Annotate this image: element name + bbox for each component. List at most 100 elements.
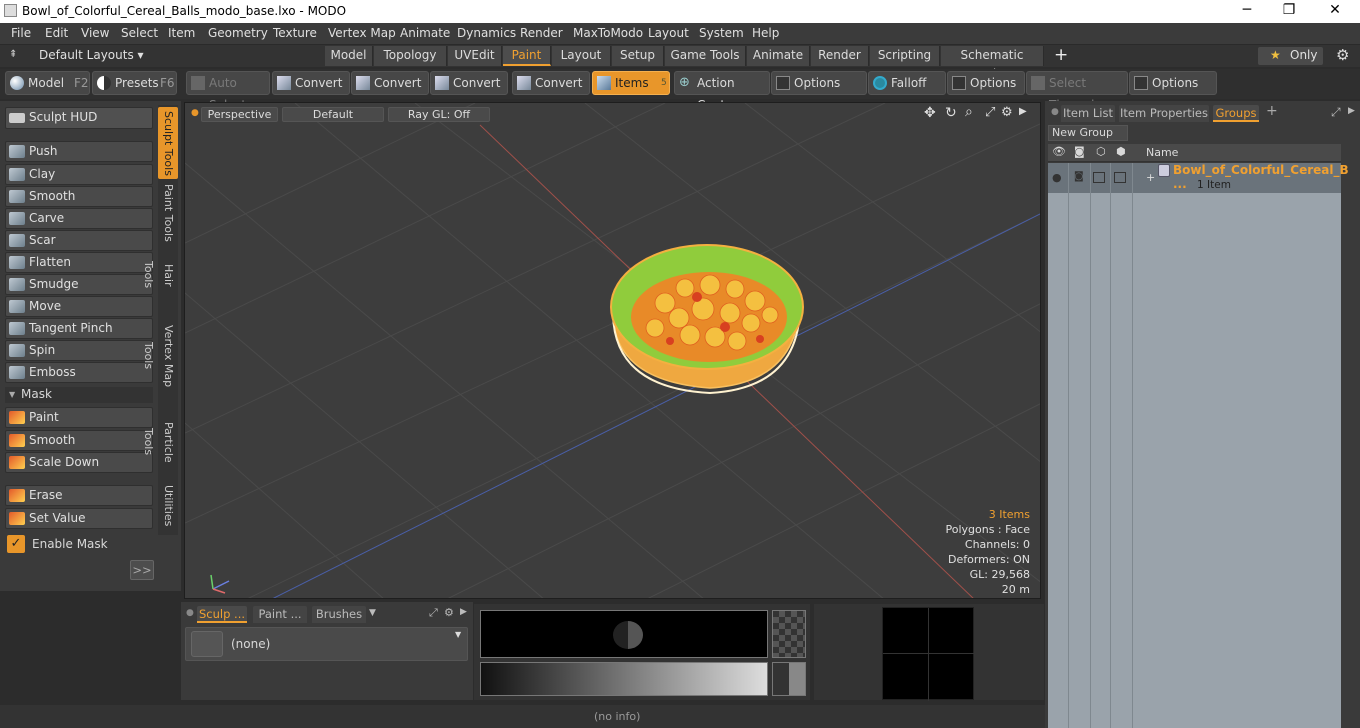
tab-scripting[interactable]: Scripting — [870, 46, 940, 66]
close-button[interactable]: ✕ — [1320, 2, 1350, 20]
mask-set-value[interactable]: Set Value — [5, 508, 153, 529]
tab-item-properties[interactable]: Item Properties — [1119, 105, 1209, 122]
sculpt-hud-button[interactable]: Sculpt HUD — [5, 107, 153, 129]
menu-view[interactable]: View — [81, 26, 109, 40]
tab-schematic-fusion[interactable]: Schematic Fusion — [941, 46, 1044, 81]
expand-group-button[interactable]: + — [1146, 171, 1155, 184]
tab-paint[interactable]: Paint ... — [253, 606, 307, 623]
menu-dynamics[interactable]: Dynamics — [457, 26, 516, 40]
convert-button-2[interactable]: Convert — [351, 71, 429, 95]
tool-spin[interactable]: Spin — [5, 340, 153, 361]
menu-system[interactable]: System — [699, 26, 744, 40]
maximize-viewport-icon[interactable]: ⤢ — [985, 105, 995, 120]
vtab-particle-tools[interactable]: Particle Tools — [142, 409, 178, 475]
zoom-icon[interactable]: ⌕ — [965, 104, 973, 120]
model-button[interactable]: Model F2 — [5, 71, 90, 95]
options-button-1[interactable]: Options — [771, 71, 867, 95]
mask-smooth[interactable]: Smooth — [5, 430, 153, 451]
options-button-3[interactable]: Options — [1129, 71, 1217, 95]
tab-sculpt[interactable]: Sculp ... — [197, 606, 247, 623]
tab-render[interactable]: Render — [811, 46, 869, 66]
tool-move[interactable]: Move — [5, 296, 153, 317]
checker-swatch[interactable] — [772, 610, 806, 658]
menu-select[interactable]: Select — [121, 26, 158, 40]
stencil-preview[interactable] — [480, 610, 768, 658]
pan-icon[interactable]: ✥ — [924, 105, 936, 121]
lock-toggle[interactable] — [1093, 172, 1105, 183]
panel-menu-dot[interactable]: ● — [1051, 107, 1059, 117]
expand-button[interactable]: >> — [130, 560, 154, 580]
select-toggle[interactable] — [1114, 172, 1126, 183]
vtab-sculpt-tools[interactable]: Sculpt Tools — [158, 107, 178, 179]
visibility-eye-icon[interactable]: ● — [1052, 171, 1062, 184]
tool-smudge[interactable]: Smudge — [5, 274, 153, 295]
tab-animate[interactable]: Animate — [747, 46, 810, 66]
group-row[interactable]: ● ◙ + Bowl_of_Colorful_Cereal_B ... 1 It… — [1048, 163, 1349, 193]
3d-viewport[interactable]: ● Perspective Default Ray GL: Off ✥ ↻ ⌕ … — [184, 102, 1041, 599]
viewport-menu-dot[interactable]: ● — [191, 108, 199, 118]
menu-vertex-map[interactable]: Vertex Map — [328, 26, 396, 40]
mask-scale-down[interactable]: Scale Down — [5, 452, 153, 473]
tab-item-list[interactable]: Item List — [1061, 105, 1115, 122]
select-through-button[interactable]: Select Through — [1026, 71, 1128, 112]
gear-icon[interactable]: ⚙ — [1336, 46, 1349, 64]
enable-mask-checkbox[interactable]: ✓ Enable Mask — [5, 534, 155, 554]
menu-file[interactable]: File — [11, 26, 31, 40]
menu-animate[interactable]: Animate — [400, 26, 450, 40]
perspective-dropdown[interactable]: Perspective — [201, 107, 278, 122]
gradient-preview[interactable] — [480, 662, 768, 696]
tab-groups[interactable]: Groups — [1213, 105, 1259, 122]
panel-expand-icon[interactable]: ⤢ — [429, 606, 438, 620]
vtab-paint-tools[interactable]: Paint Tools — [158, 183, 178, 243]
tab-setup[interactable]: Setup — [612, 46, 664, 66]
add-tab-button[interactable]: + — [1054, 45, 1068, 65]
brush-preset-dropdown[interactable]: (none) ▼ — [185, 627, 468, 661]
falloff-button[interactable]: Falloff — [868, 71, 946, 95]
render-toggle-icon[interactable]: ◙ — [1074, 171, 1084, 182]
only-toggle[interactable]: ★ Only — [1258, 47, 1323, 65]
mask-section-header[interactable]: ▼ Mask — [5, 387, 153, 403]
auto-select-button[interactable]: Auto Select — [186, 71, 270, 112]
tab-brushes[interactable]: Brushes — [312, 606, 366, 623]
shading-dropdown[interactable]: Default — [282, 107, 384, 122]
convert-button-4[interactable]: Convert — [512, 71, 590, 95]
tab-topology[interactable]: Topology — [374, 46, 447, 66]
menu-edit[interactable]: Edit — [45, 26, 68, 40]
items-button[interactable]: Items 5 — [592, 71, 670, 95]
convert-button-1[interactable]: Convert — [272, 71, 350, 95]
rotate-icon[interactable]: ↻ — [945, 105, 957, 121]
select-icon[interactable]: ⬢ — [1116, 145, 1126, 158]
eye-icon[interactable]: 👁 — [1052, 145, 1066, 158]
tab-dropdown-icon[interactable]: ▼ — [369, 608, 376, 618]
panel-more-icon[interactable]: ▶ — [460, 607, 467, 617]
layout-arrow-icon[interactable]: ⇞ — [9, 49, 17, 60]
vtab-utilities[interactable]: Utilities — [158, 485, 178, 526]
viewport-more-icon[interactable]: ▶ — [1019, 106, 1027, 117]
raygl-toggle[interactable]: Ray GL: Off — [388, 107, 490, 122]
menu-item[interactable]: Item — [168, 26, 195, 40]
menu-layout[interactable]: Layout — [648, 26, 689, 40]
viewport-settings-icon[interactable]: ⚙ — [1001, 105, 1013, 120]
gradient-swatch[interactable] — [772, 662, 806, 696]
panel-menu-dot[interactable]: ● — [186, 608, 194, 618]
tool-push[interactable]: Push — [5, 141, 153, 162]
tab-model[interactable]: Model — [325, 46, 373, 66]
presets-button[interactable]: Presets F6 — [92, 71, 177, 95]
panel-more-icon[interactable]: ▶ — [1348, 106, 1355, 116]
new-group-button[interactable]: New Group — [1048, 125, 1128, 141]
tool-flatten[interactable]: Flatten — [5, 252, 153, 273]
tab-paint[interactable]: Paint — [503, 46, 551, 66]
panel-expand-icon[interactable]: ⤢ — [1331, 105, 1341, 120]
tool-clay[interactable]: Clay — [5, 164, 153, 185]
tool-carve[interactable]: Carve — [5, 208, 153, 229]
maximize-button[interactable]: ❐ — [1274, 2, 1304, 20]
tool-tangent-pinch[interactable]: Tangent Pinch — [5, 318, 153, 339]
convert-button-3[interactable]: Convert — [430, 71, 508, 95]
render-icon[interactable]: ◙ — [1074, 145, 1085, 158]
menu-geometry[interactable]: Geometry — [208, 26, 268, 40]
options-button-2[interactable]: Options — [947, 71, 1025, 95]
vtab-hair-tools[interactable]: Hair Tools — [142, 249, 178, 301]
mask-paint[interactable]: Paint — [5, 407, 153, 428]
tab-uvedit[interactable]: UVEdit — [448, 46, 502, 66]
tab-layout[interactable]: Layout — [552, 46, 611, 66]
